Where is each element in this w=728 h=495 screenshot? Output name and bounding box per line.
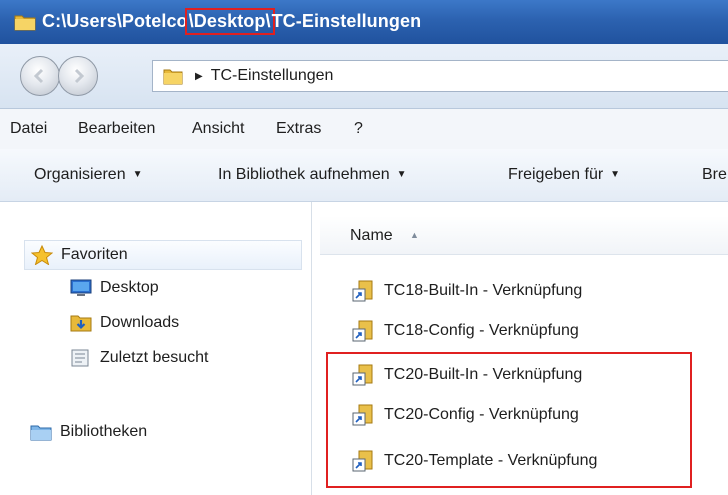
sidebar-item-label: Favoriten bbox=[61, 246, 128, 263]
sort-ascending-icon: ▲ bbox=[410, 230, 419, 240]
menu-ansicht[interactable]: Ansicht bbox=[192, 120, 244, 138]
column-header-label: Name bbox=[350, 227, 393, 244]
title-suffix: TC-Einstellungen bbox=[271, 11, 422, 31]
sidebar-item-label: Downloads bbox=[100, 314, 180, 331]
share-with-button[interactable]: Freigeben für ▼ bbox=[508, 166, 620, 184]
list-item[interactable]: TC18-Config - Verknüpfung bbox=[352, 320, 579, 342]
list-item[interactable]: TC20-Template - Verknüpfung bbox=[352, 450, 597, 472]
chevron-right-icon[interactable]: ▶ bbox=[195, 71, 203, 82]
file-name: TC20-Config - Verknüpfung bbox=[384, 406, 579, 423]
list-item[interactable]: TC18-Built-In - Verknüpfung bbox=[352, 280, 582, 302]
sidebar-item-recent[interactable]: Zuletzt besucht bbox=[70, 348, 209, 368]
sidebar-item-favorites[interactable]: Favoriten bbox=[24, 240, 302, 270]
sidebar-item-label: Bibliotheken bbox=[60, 423, 148, 440]
shortcut-icon bbox=[352, 364, 373, 386]
file-list-pane: Name ▲ TC18-Built-In - Verknüpfung TC18-C… bbox=[312, 202, 728, 495]
column-header-name[interactable]: Name ▲ bbox=[320, 216, 728, 255]
downloads-folder-icon bbox=[70, 315, 92, 332]
sidebar-item-downloads[interactable]: Downloads bbox=[70, 313, 179, 333]
navigation-pane: Favoriten Desktop Downloads Zuletzt besu… bbox=[0, 202, 312, 495]
shortcut-icon bbox=[352, 280, 373, 302]
recent-places-icon bbox=[71, 349, 89, 367]
window-title: C:\Users\Potelco\Desktop\TC-Einstellunge… bbox=[42, 8, 422, 35]
menu-bearbeiten[interactable]: Bearbeiten bbox=[78, 120, 155, 138]
star-icon bbox=[31, 245, 53, 265]
add-to-library-button[interactable]: In Bibliothek aufnehmen ▼ bbox=[218, 166, 407, 184]
sidebar-item-desktop[interactable]: Desktop bbox=[70, 278, 159, 298]
command-bar: Organisieren ▼ In Bibliothek aufnehmen ▼ F… bbox=[0, 149, 728, 202]
menu-help[interactable]: ? bbox=[354, 120, 363, 138]
libraries-icon bbox=[30, 425, 52, 441]
shortcut-icon bbox=[352, 404, 373, 426]
title-bar: C:\Users\Potelco\Desktop\TC-Einstellunge… bbox=[0, 0, 728, 44]
menu-extras[interactable]: Extras bbox=[276, 120, 321, 138]
sidebar-item-label: Zuletzt besucht bbox=[100, 349, 209, 366]
folder-icon bbox=[14, 15, 36, 31]
file-name: TC20-Built-In - Verknüpfung bbox=[384, 366, 583, 383]
organize-label: Organisieren bbox=[34, 166, 126, 183]
list-item[interactable]: TC20-Built-In - Verknüpfung bbox=[352, 364, 582, 386]
chevron-down-icon: ▼ bbox=[132, 169, 143, 180]
address-path[interactable]: TC-Einstellungen bbox=[211, 67, 334, 85]
sidebar-item-libraries[interactable]: Bibliotheken bbox=[30, 422, 147, 442]
forward-button[interactable] bbox=[58, 56, 98, 96]
address-bar[interactable]: ▶ TC-Einstellungen bbox=[152, 60, 728, 92]
list-item[interactable]: TC20-Config - Verknüpfung bbox=[352, 404, 579, 426]
file-name: TC20-Template - Verknüpfung bbox=[384, 452, 598, 469]
burn-button[interactable]: Bre bbox=[702, 166, 727, 184]
navigation-bar: ▶ TC-Einstellungen bbox=[0, 44, 728, 109]
file-name: TC18-Config - Verknüpfung bbox=[384, 322, 579, 339]
arrow-right-icon bbox=[74, 68, 85, 84]
sidebar-item-label: Desktop bbox=[100, 279, 159, 296]
chevron-down-icon: ▼ bbox=[610, 169, 621, 180]
share-with-label: Freigeben für bbox=[508, 166, 604, 183]
file-name: TC18-Built-In - Verknüpfung bbox=[384, 282, 583, 299]
arrow-left-icon bbox=[33, 68, 44, 84]
desktop-icon bbox=[70, 279, 92, 296]
folder-icon bbox=[163, 69, 183, 85]
shortcut-icon bbox=[352, 450, 373, 472]
shortcut-icon bbox=[352, 320, 373, 342]
back-button[interactable] bbox=[20, 56, 60, 96]
menu-bar: Datei Bearbeiten Ansicht Extras ? bbox=[0, 109, 728, 149]
add-to-library-label: In Bibliothek aufnehmen bbox=[218, 166, 390, 183]
title-prefix: C:\Users\Potelco bbox=[42, 11, 188, 31]
menu-datei[interactable]: Datei bbox=[10, 120, 47, 138]
chevron-down-icon: ▼ bbox=[396, 169, 407, 180]
organize-button[interactable]: Organisieren ▼ bbox=[34, 166, 143, 184]
title-highlight-desktop: \Desktop\ bbox=[184, 8, 275, 35]
